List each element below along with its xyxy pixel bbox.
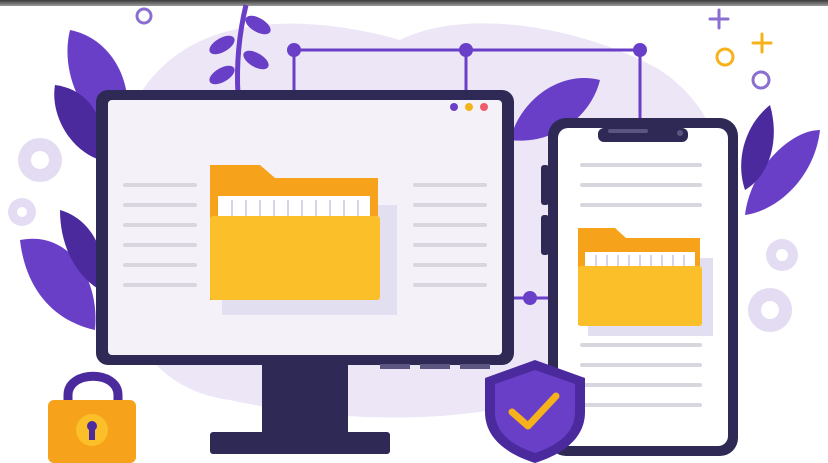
folder-icon <box>210 165 397 315</box>
window-controls <box>450 103 488 111</box>
phone-folder-icon <box>578 228 713 336</box>
cloud-sync-illustration <box>8 4 820 463</box>
padlock-icon <box>48 371 136 463</box>
